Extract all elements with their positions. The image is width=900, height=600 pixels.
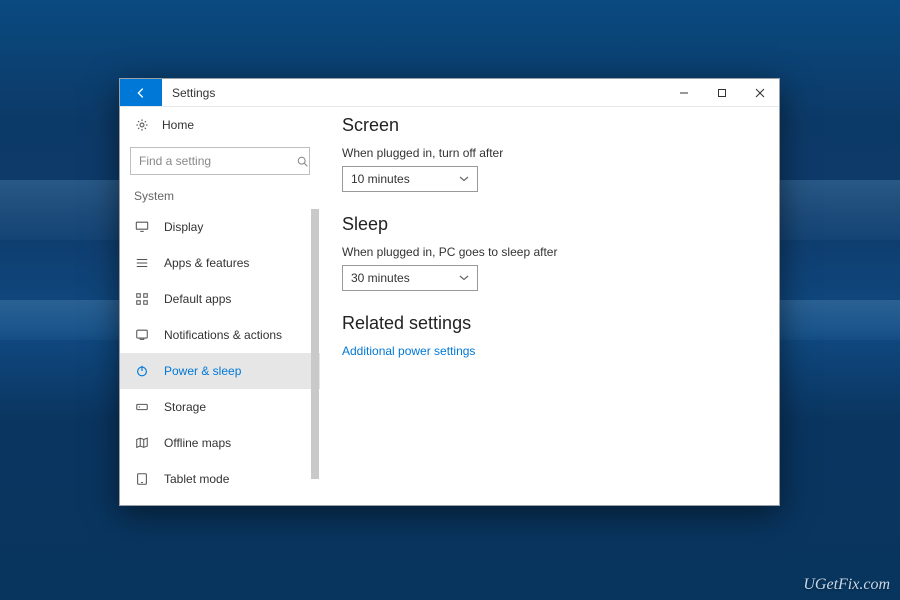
sidebar-home[interactable]: Home — [120, 107, 320, 143]
chevron-down-icon — [459, 273, 469, 284]
screen-timeout-dropdown[interactable]: 10 minutes — [342, 166, 478, 192]
window-body: Home System — [120, 107, 779, 505]
maximize-button[interactable] — [703, 79, 741, 106]
sidebar-item-label: Apps & features — [164, 256, 249, 270]
sidebar-nav-list: Display Apps & features Default apps — [120, 209, 320, 505]
default-apps-icon — [134, 291, 150, 307]
search-field[interactable] — [139, 154, 294, 168]
screen-label: When plugged in, turn off after — [342, 146, 757, 160]
sidebar-item-label: Power & sleep — [164, 364, 241, 378]
search-icon — [294, 153, 310, 169]
sidebar-item-label: Display — [164, 220, 203, 234]
sidebar-item-label: Notifications & actions — [164, 328, 282, 342]
sidebar-item-power-sleep[interactable]: Power & sleep — [120, 353, 320, 389]
map-icon — [134, 435, 150, 451]
sidebar-item-tablet-mode[interactable]: Tablet mode — [120, 461, 320, 497]
sidebar: Home System — [120, 107, 320, 505]
notifications-icon — [134, 327, 150, 343]
settings-window: Settings Home — [119, 78, 780, 506]
sidebar-home-label: Home — [162, 118, 194, 132]
search-wrap — [120, 143, 320, 185]
titlebar: Settings — [120, 79, 779, 107]
dropdown-value: 10 minutes — [351, 172, 410, 186]
dropdown-value: 30 minutes — [351, 271, 410, 285]
sidebar-item-default-apps[interactable]: Default apps — [120, 281, 320, 317]
close-button[interactable] — [741, 79, 779, 106]
apps-icon — [134, 255, 150, 271]
sleep-timeout-dropdown[interactable]: 30 minutes — [342, 265, 478, 291]
content-area: Screen When plugged in, turn off after 1… — [320, 107, 779, 505]
sidebar-item-storage[interactable]: Storage — [120, 389, 320, 425]
additional-power-settings-link[interactable]: Additional power settings — [342, 344, 757, 358]
sidebar-item-label: Default apps — [164, 292, 231, 306]
sleep-section: Sleep When plugged in, PC goes to sleep … — [342, 214, 757, 291]
screen-section: Screen When plugged in, turn off after 1… — [342, 115, 757, 192]
scroll-thumb[interactable] — [311, 209, 319, 479]
sleep-label: When plugged in, PC goes to sleep after — [342, 245, 757, 259]
sidebar-section-label: System — [120, 185, 320, 209]
sidebar-item-label: Offline maps — [164, 436, 231, 450]
display-icon — [134, 219, 150, 235]
sidebar-item-label: Storage — [164, 400, 206, 414]
sidebar-item-label: Tablet mode — [164, 472, 229, 486]
sidebar-item-notifications[interactable]: Notifications & actions — [120, 317, 320, 353]
power-icon — [134, 363, 150, 379]
watermark: UGetFix.com — [803, 576, 890, 594]
storage-icon — [134, 399, 150, 415]
sidebar-item-display[interactable]: Display — [120, 209, 320, 245]
minimize-button[interactable] — [665, 79, 703, 106]
chevron-down-icon — [459, 174, 469, 185]
sidebar-scrollbar[interactable] — [310, 209, 320, 505]
sleep-heading: Sleep — [342, 214, 757, 235]
sidebar-top: Home System — [120, 107, 320, 209]
search-input[interactable] — [130, 147, 310, 175]
screen-heading: Screen — [342, 115, 757, 136]
window-title: Settings — [162, 79, 665, 106]
sidebar-item-offline-maps[interactable]: Offline maps — [120, 425, 320, 461]
sidebar-item-apps-features[interactable]: Apps & features — [120, 245, 320, 281]
back-button[interactable] — [120, 79, 162, 106]
related-section: Related settings Additional power settin… — [342, 313, 757, 358]
related-heading: Related settings — [342, 313, 757, 334]
tablet-icon — [134, 471, 150, 487]
arrow-left-icon — [133, 85, 149, 101]
gear-icon — [134, 117, 150, 133]
sidebar-item-multitasking[interactable]: Multitasking — [120, 497, 320, 505]
sidebar-nav: Display Apps & features Default apps — [120, 209, 320, 505]
